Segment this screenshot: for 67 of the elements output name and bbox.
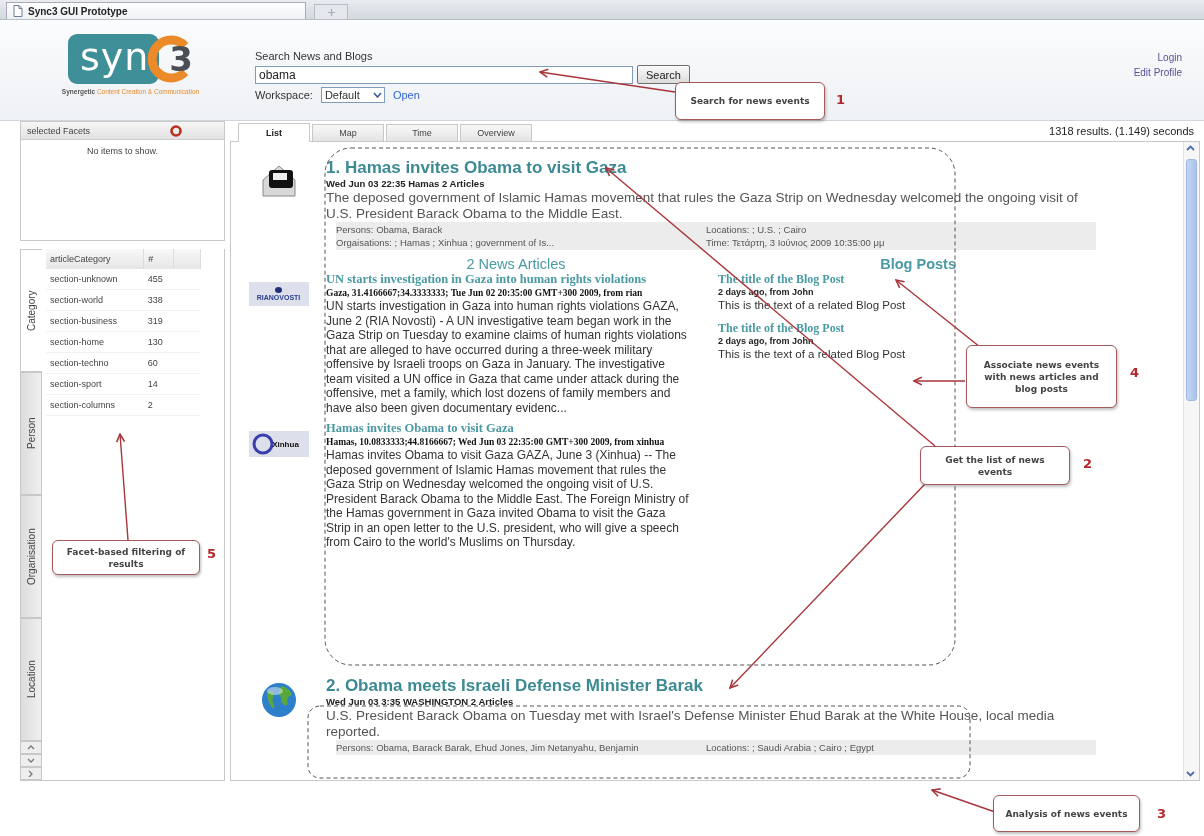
facet-tab[interactable]: Location <box>20 618 42 741</box>
callout-number: 5 <box>207 546 217 561</box>
event-title[interactable]: 2. Obama meets Israeli Defense Minister Barak <box>326 675 1183 696</box>
result-summary: 1318 results. (1.149) seconds <box>1049 125 1194 137</box>
article-meta: Hamas, 10.0833333;44.8166667; Wed Jun 03 22:35:00 GMT+300 2009, from xinhua <box>326 436 666 448</box>
facet-text: Locations: ; Saudi Arabia ; Cairo ; Egypt <box>706 740 875 754</box>
browser-tab[interactable]: Sync3 GUI Prototype <box>6 2 306 19</box>
article-meta: Gaza, 31.4166667;34.3333333; Tue Jun 02 20:35:00 GMT+300 2009, from rian <box>326 287 644 299</box>
table-cell: section-business <box>46 310 144 332</box>
article-text: Hamas invites Obama to visit Gaza GAZA, June 3 (Xinhua) -- The deposed government of Islamic Hamas movement that rules the Gaza Strip on Wednesday welcomed the ongoing visit of U.S. President Barack Obama to the Middle East. The Foreign Ministry of the Hamas government in Gaza invited Obama to visit the Gaza Strip in an open letter to the U.S. president, who will give a speech from Cairo to the world's Muslims on Thursday. <box>326 448 690 550</box>
blogs-heading: Blog Posts <box>879 256 956 272</box>
event-meta: Wed Jun 03 22:35 Hamas 2 Articles <box>326 178 486 190</box>
search-button[interactable]: Search <box>637 65 690 84</box>
callout: Get the list of news events <box>920 446 1070 485</box>
search-label: Search News and Blogs <box>255 50 374 62</box>
callout: Facet-based filtering of results <box>52 540 200 575</box>
facet-text: Locations: ; U.S. ; Cairo <box>706 223 808 236</box>
facet-tab[interactable]: Person <box>20 372 42 495</box>
table-cell: 60 <box>143 352 174 374</box>
open-link[interactable]: Open <box>392 89 420 101</box>
column-header: # <box>143 249 174 269</box>
panel-title: selected Facets <box>27 125 91 136</box>
tab-title: Sync3 GUI Prototype <box>28 5 128 17</box>
table-cell: section-columns <box>46 394 144 416</box>
facet-text: Time: Τετάρτη, 3 Ιούνιος 2009 10:35:00 μμ <box>706 236 886 249</box>
workspace-label: Workspace: <box>255 89 313 101</box>
facet-text: Persons: Obama, Barack <box>336 223 444 236</box>
event-meta: Wed Jun 03 3:35 WASHINGTON 2 Articles <box>326 695 515 708</box>
column-header: articleCategory <box>46 249 144 269</box>
logo-wordmark: syn <box>67 34 160 84</box>
table-cell: 338 <box>143 289 174 311</box>
blog-text: This is the text of a related Blog Post <box>718 298 907 313</box>
article-text: UN starts investigation in Gaza into human rights violations GAZA, June 2 (RIA Novosti) - A UN investigative team began work in the Gaza Strip on Tuesday to examine claims of human rights violations that are alleged to have occurred during a three-week military offensive by Israeli troops on Gaza in January. The investigative team visited a UN office in Gaza that came under attack during the offensive, met a family, which lost dozens of family members and have also been given documentary evidenc... <box>326 299 688 415</box>
table-cell: 2 <box>143 394 174 416</box>
callout-number: 1 <box>836 92 846 107</box>
callout-number: 4 <box>1130 365 1140 380</box>
table-cell: section-unknown <box>46 269 144 290</box>
view-tab[interactable]: Map <box>312 124 384 141</box>
articles-heading: 2 News Articles <box>465 256 567 272</box>
workspace-dropdown[interactable]: Default <box>320 87 385 103</box>
table-cell: section-home <box>46 331 144 353</box>
view-tab[interactable]: Time <box>386 124 458 141</box>
empty-message: No items to show. <box>87 146 158 156</box>
facet-text: Persons: Obama, Barack Barak, Ehud Jones, Jim Netanyahu, Benjamin <box>336 740 640 754</box>
table-cell: section-sport <box>46 373 144 395</box>
view-tab[interactable]: List <box>238 123 310 142</box>
callout-number: 2 <box>1083 456 1093 471</box>
callout: Search for news events <box>675 82 825 120</box>
blog-meta: 2 days ago, from John <box>718 336 815 347</box>
facet-tab[interactable]: Category <box>20 249 42 372</box>
event-description: U.S. President Barack Obama on Tuesday met with Israel's Defense Minister Ehud Barak at the White House, local media reported. <box>326 707 1056 740</box>
user-link[interactable]: Login <box>1157 52 1182 63</box>
table-cell: 14 <box>143 373 174 395</box>
callout: Associate news events with news articles and blog posts <box>966 345 1117 408</box>
user-link[interactable]: Edit Profile <box>1133 67 1182 78</box>
callout: Analysis of news events <box>993 795 1140 832</box>
table-cell: 455 <box>143 269 174 290</box>
search-field[interactable]: obama <box>255 65 633 84</box>
event-title[interactable]: 1. Hamas invites Obama to visit Gaza <box>326 158 1183 178</box>
facet-text: Orgaisations: ; Hamas ; Xinhua ; government of Is... <box>336 236 556 249</box>
table-cell: 130 <box>143 331 174 353</box>
callout-number: 3 <box>1157 806 1167 821</box>
table-cell: section-techno <box>46 352 144 374</box>
view-tab[interactable]: Overview <box>460 124 532 141</box>
table-cell: section-world <box>46 289 144 311</box>
table-cell: 319 <box>143 310 174 332</box>
facet-tab[interactable]: Organisation <box>20 495 42 618</box>
